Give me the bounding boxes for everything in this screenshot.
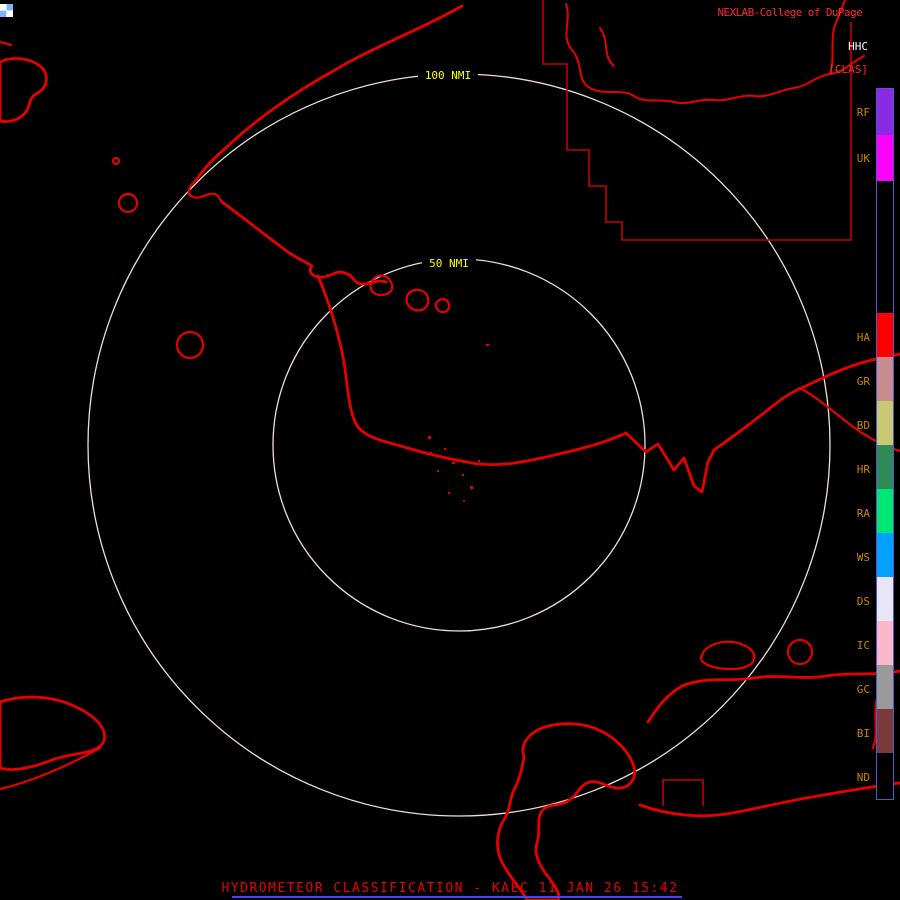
legend-label-ic: IC [856, 639, 870, 652]
product-title: HYDROMETEOR CLASSIFICATION - KAEC 11 JAN… [221, 881, 679, 896]
legend-swatch-ra [877, 489, 893, 533]
coastline-se-diagonal [638, 781, 900, 818]
title-underline [232, 896, 682, 898]
legend-label-ha: HA [856, 331, 870, 344]
islet-circle [111, 156, 121, 166]
ring-label-50nmi: 50 NMI [422, 256, 476, 271]
islet [369, 274, 394, 297]
legend-swatch-bd [877, 401, 893, 445]
coastline-nw-corner [0, 57, 48, 123]
coastline-se-wavy [646, 669, 900, 724]
coastline-northeast [712, 352, 900, 452]
coastline-stub [0, 40, 13, 47]
legend-color-bar [876, 88, 894, 800]
islet-circle [117, 192, 139, 214]
islet [434, 298, 451, 314]
brand-text: NEXLAB-College of DuPage [717, 6, 862, 19]
legend-label-hr: HR [856, 463, 870, 476]
legend-swatch-ic [877, 621, 893, 665]
legend-label-gr: GR [856, 375, 870, 388]
islet-blob [699, 640, 756, 671]
legend-label-nd: ND [856, 771, 870, 784]
border-path [662, 779, 704, 806]
legend-label-bd: BD [856, 419, 870, 432]
coastline-arc [195, 4, 464, 181]
legend-swatch-rf [877, 89, 893, 135]
legend-swatch-ws [877, 533, 893, 577]
islet-circle [175, 330, 205, 360]
coastline-path [220, 200, 388, 286]
classification-label: [CLAS] [828, 63, 868, 76]
legend-swatch-ha [877, 313, 893, 357]
county-borders [542, 0, 852, 806]
coastline-sw-blob [0, 695, 106, 771]
brand-icon [0, 4, 13, 17]
islet-circle [786, 638, 814, 666]
coastline-blob [187, 177, 228, 207]
border-path [542, 0, 852, 241]
legend-label-gc: GC [856, 683, 870, 696]
legend-swatch-gc [877, 665, 893, 709]
coastlines [0, 4, 900, 900]
legend-label-rf: RF [856, 106, 870, 119]
legend-label-ds: DS [856, 595, 870, 608]
legend-label-ws: WS [856, 551, 870, 564]
coastline-zigzag-peninsula [624, 431, 716, 494]
river-path [599, 27, 615, 67]
legend-swatch-gr [877, 357, 893, 401]
islet [405, 288, 430, 312]
legend-swatch-bi [877, 709, 893, 753]
legend-swatch-nd [877, 753, 893, 797]
legend-swatch-ds [877, 577, 893, 621]
legend-swatch-hr [877, 445, 893, 489]
ring-label-100nmi: 100 NMI [418, 68, 478, 83]
legend-label-bi: BI [856, 727, 870, 740]
legend-label-ra: RA [856, 507, 870, 520]
radar-echoes [428, 344, 489, 502]
radar-map [0, 0, 900, 900]
legend-label-uk: UK [856, 152, 870, 165]
product-code-label: HHC [848, 40, 868, 53]
legend-swatch-uk [877, 135, 893, 181]
